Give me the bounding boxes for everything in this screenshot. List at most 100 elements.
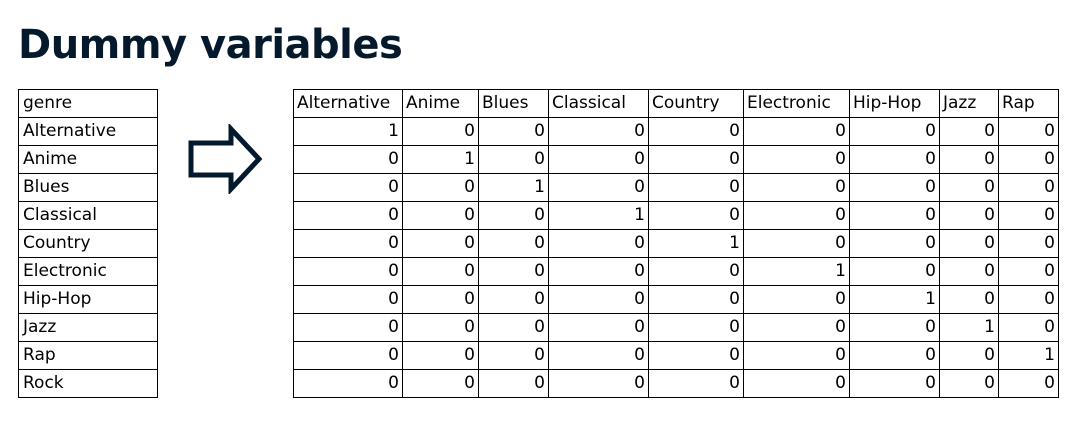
column-header: Classical [548, 89, 649, 118]
table-cell: 0 [478, 257, 549, 286]
table-row: Blues [18, 173, 158, 202]
genre-cell: Rock [18, 369, 158, 398]
table-cell: 0 [548, 285, 649, 314]
table-cell: 0 [478, 229, 549, 258]
table-cell: 0 [939, 229, 999, 258]
table-cell: 0 [293, 285, 403, 314]
table-cell: 0 [849, 257, 940, 286]
genre-table: genre Alternative Anime Blues Classical Count… [18, 89, 158, 398]
table-cell: 0 [743, 341, 850, 370]
column-header: Blues [478, 89, 549, 118]
table-row: Anime [18, 145, 158, 174]
page-title: Dummy variables [18, 22, 403, 68]
table-cell: 0 [293, 369, 403, 398]
table-cell: 0 [402, 341, 479, 370]
genre-cell: Classical [18, 201, 158, 230]
table-cell: 0 [743, 229, 850, 258]
genre-cell: Anime [18, 145, 158, 174]
table-cell: 0 [402, 313, 479, 342]
table-cell: 0 [648, 285, 744, 314]
table-row: 000100000 [293, 201, 1059, 230]
table-row: 000000010 [293, 313, 1059, 342]
table-row: 100000000 [293, 117, 1059, 146]
column-header: Electronic [743, 89, 850, 118]
table-cell: 0 [648, 145, 744, 174]
table-row: Alternative [18, 117, 158, 146]
column-header: Anime [402, 89, 479, 118]
table-cell: 0 [478, 201, 549, 230]
table-row: 010000000 [293, 145, 1059, 174]
table-cell: 0 [998, 145, 1059, 174]
table-cell: 0 [293, 173, 403, 202]
table-cell: 0 [849, 313, 940, 342]
table-cell: 1 [998, 341, 1059, 370]
table-cell: 1 [939, 313, 999, 342]
table-cell: 0 [293, 229, 403, 258]
table-cell: 1 [402, 145, 479, 174]
table-row: 000001000 [293, 257, 1059, 286]
table-cell: 0 [402, 201, 479, 230]
table-cell: 0 [548, 145, 649, 174]
table-cell: 0 [998, 201, 1059, 230]
table-cell: 0 [648, 257, 744, 286]
table-cell: 0 [548, 229, 649, 258]
table-cell: 1 [293, 117, 403, 146]
table-cell: 1 [648, 229, 744, 258]
table-cell: 0 [939, 201, 999, 230]
table-cell: 0 [939, 285, 999, 314]
table-cell: 0 [648, 201, 744, 230]
table-cell: 0 [548, 117, 649, 146]
genre-cell: Alternative [18, 117, 158, 146]
table-row: Jazz [18, 313, 158, 342]
column-header: Alternative [293, 89, 403, 118]
table-cell: 0 [998, 313, 1059, 342]
column-header: Jazz [939, 89, 999, 118]
table-cell: 0 [402, 285, 479, 314]
table-cell: 0 [293, 341, 403, 370]
column-header: Hip-Hop [849, 89, 940, 118]
table-cell: 0 [849, 369, 940, 398]
table-row: Hip-Hop [18, 285, 158, 314]
table-cell: 0 [939, 173, 999, 202]
table-cell: 0 [293, 201, 403, 230]
table-cell: 0 [998, 173, 1059, 202]
right-arrow-icon [188, 124, 263, 194]
table-cell: 0 [402, 173, 479, 202]
table-cell: 0 [293, 145, 403, 174]
table-header-row: genre [18, 89, 158, 118]
table-row: Rap [18, 341, 158, 370]
genre-cell: Hip-Hop [18, 285, 158, 314]
table-row: Classical [18, 201, 158, 230]
table-cell: 0 [548, 313, 649, 342]
table-cell: 0 [478, 369, 549, 398]
genre-cell: Electronic [18, 257, 158, 286]
table-cell: 0 [743, 173, 850, 202]
table-cell: 0 [478, 313, 549, 342]
table-cell: 0 [939, 369, 999, 398]
table-cell: 0 [478, 117, 549, 146]
table-cell: 0 [548, 341, 649, 370]
table-cell: 0 [548, 173, 649, 202]
table-cell: 0 [478, 341, 549, 370]
table-cell: 0 [743, 285, 850, 314]
table-cell: 0 [402, 117, 479, 146]
table-cell: 0 [939, 341, 999, 370]
table-cell: 0 [648, 369, 744, 398]
table-row: 000010000 [293, 229, 1059, 258]
column-header: Rap [998, 89, 1059, 118]
table-row: 000000100 [293, 285, 1059, 314]
table-cell: 0 [293, 313, 403, 342]
table-cell: 1 [743, 257, 850, 286]
table-cell: 1 [548, 201, 649, 230]
table-cell: 0 [402, 229, 479, 258]
table-cell: 0 [998, 369, 1059, 398]
table-cell: 0 [293, 257, 403, 286]
genre-cell: Blues [18, 173, 158, 202]
table-cell: 0 [939, 117, 999, 146]
table-cell: 1 [478, 173, 549, 202]
genre-cell: Country [18, 229, 158, 258]
table-cell: 0 [849, 145, 940, 174]
table-cell: 0 [849, 341, 940, 370]
table-cell: 0 [402, 257, 479, 286]
table-row: 000000000 [293, 369, 1059, 398]
